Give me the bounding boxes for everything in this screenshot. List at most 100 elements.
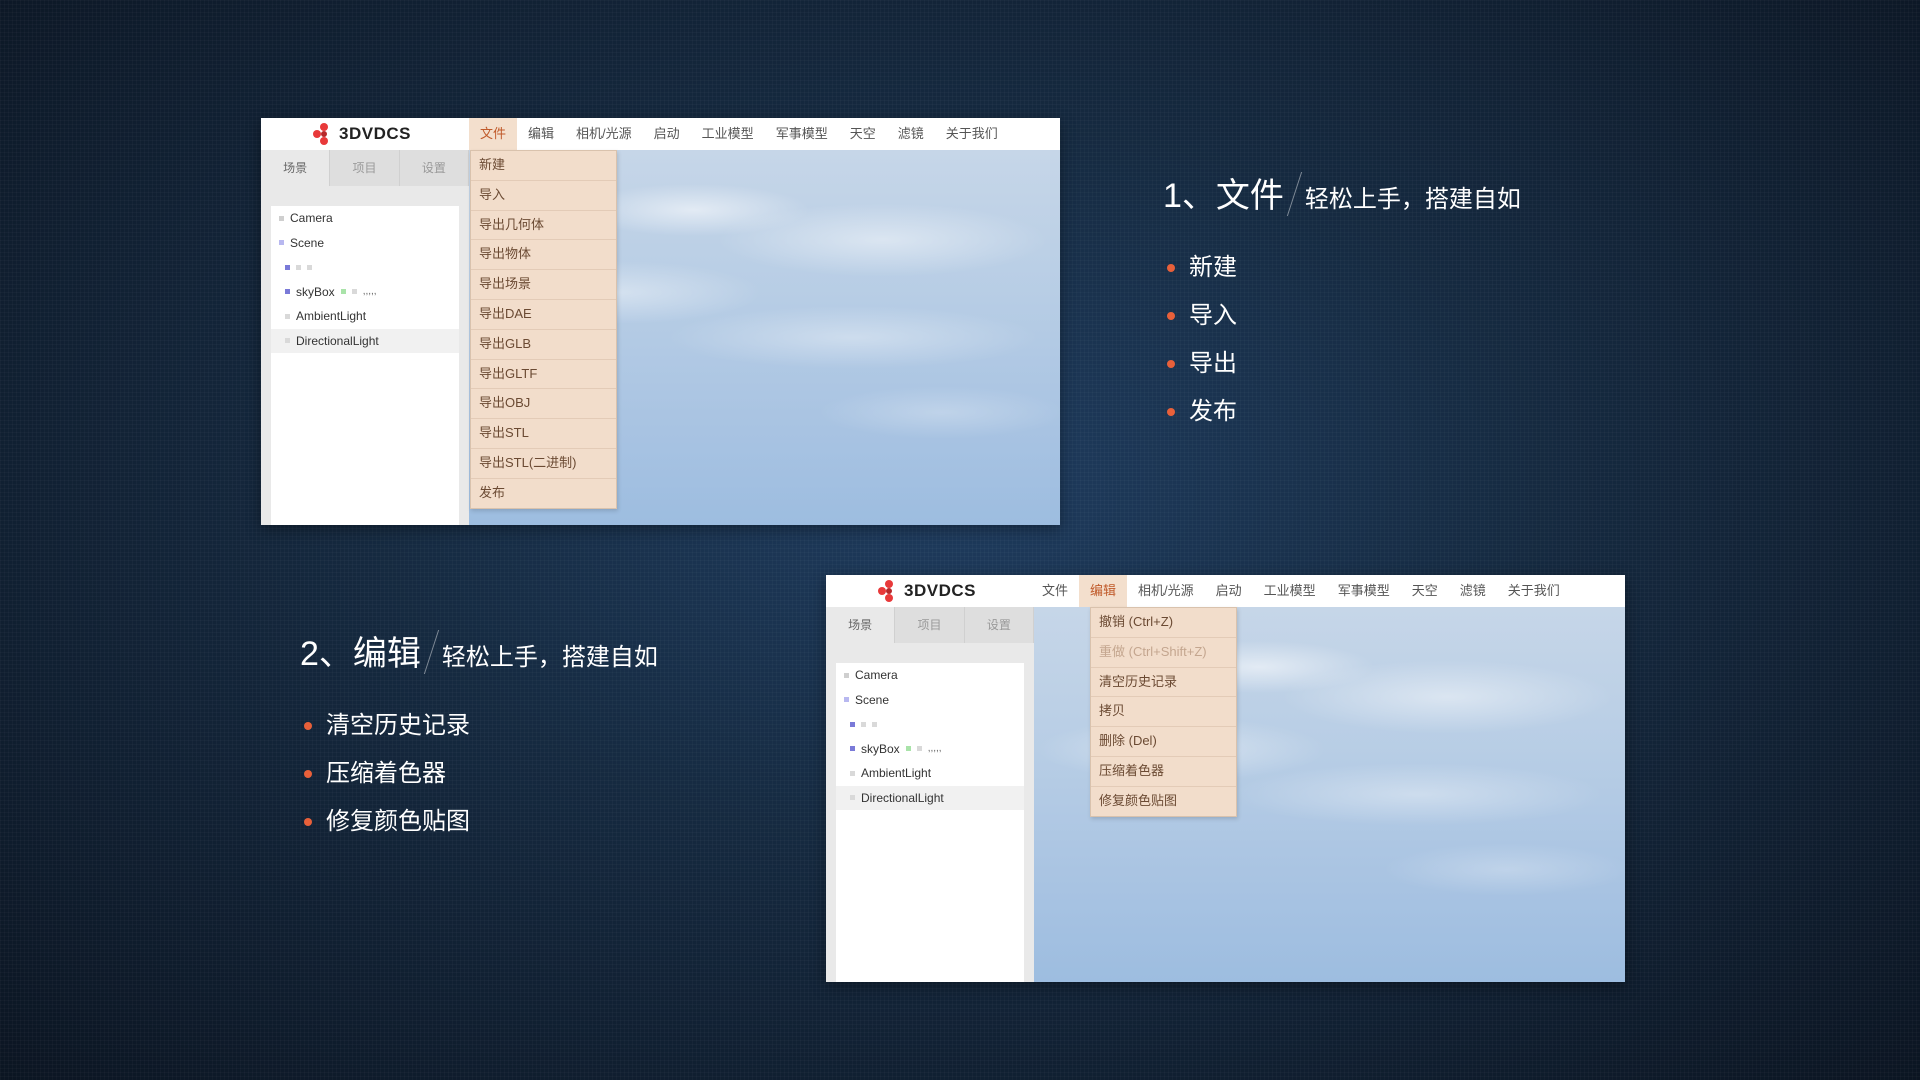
- menu-launch[interactable]: 启动: [1205, 575, 1253, 607]
- menu-item-clear-history[interactable]: 清空历史记录: [1091, 668, 1236, 698]
- logo-dots-icon: [313, 123, 335, 145]
- tree-label: AmbientLight: [861, 766, 932, 780]
- menu-military-models[interactable]: 军事模型: [1327, 575, 1401, 607]
- feature-file: 1、文件 轻松上手，搭建自如 新建 导入 导出 发布: [1163, 172, 1521, 436]
- divider: [1286, 172, 1303, 216]
- bullet-dot-icon: [304, 818, 312, 826]
- menu-industrial-models[interactable]: 工业模型: [1253, 575, 1327, 607]
- logo[interactable]: 3DVDCS: [313, 118, 411, 150]
- menu-item-import[interactable]: 导入: [471, 181, 616, 211]
- tree-item-scene-props[interactable]: [271, 255, 459, 280]
- menu-item-export-obj[interactable]: 导出OBJ: [471, 389, 616, 420]
- menu-item-export-dae[interactable]: 导出DAE: [471, 300, 616, 330]
- node-icon: [850, 721, 855, 727]
- menu-sky[interactable]: 天空: [1401, 575, 1449, 607]
- node-icon: [850, 770, 855, 776]
- tree-item-skybox[interactable]: skyBox ,,,,,: [271, 280, 459, 305]
- bullet-dot-icon: [304, 770, 312, 778]
- menu-item-export-gltf[interactable]: 导出GLTF: [471, 360, 616, 390]
- feature-heading: 1、文件 轻松上手，搭建自如: [1163, 172, 1521, 216]
- tree-item-scene[interactable]: Scene: [271, 231, 459, 256]
- menu-item-publish[interactable]: 发布: [471, 479, 616, 508]
- tab-scene[interactable]: 场景: [261, 150, 331, 186]
- node-icon: [850, 746, 855, 752]
- menu-item-export-object[interactable]: 导出物体: [471, 240, 616, 271]
- logo[interactable]: 3DVDCS: [878, 575, 976, 607]
- feature-subtitle: 轻松上手，搭建自如: [1304, 186, 1521, 213]
- menu-filter[interactable]: 滤镜: [887, 118, 935, 150]
- divider: [423, 630, 440, 674]
- bullet-item: 压缩着色器: [300, 750, 658, 798]
- menu-camera-light[interactable]: 相机/光源: [1127, 575, 1205, 607]
- bullet-item: 导入: [1163, 292, 1521, 340]
- tab-project[interactable]: 项目: [330, 150, 400, 186]
- menu-item-delete[interactable]: 删除 (Del): [1091, 727, 1236, 757]
- tree-item-skybox[interactable]: skyBox ,,,,,: [836, 737, 1024, 762]
- feature-bullet-list: 清空历史记录 压缩着色器 修复颜色贴图: [300, 702, 658, 846]
- tree-label: Camera: [290, 211, 333, 225]
- node-icon: [296, 264, 301, 270]
- menu-industrial-models[interactable]: 工业模型: [691, 118, 765, 150]
- menu-item-copy[interactable]: 拷贝: [1091, 697, 1236, 728]
- tree-label-suffix: ,,,,,: [362, 285, 377, 297]
- scene-outliner: Camera Scene skyBox ,,,,, AmbientLight D…: [836, 663, 1024, 982]
- menu-edit[interactable]: 编辑: [517, 118, 565, 150]
- menu-item-export-stl-binary[interactable]: 导出STL(二进制): [471, 449, 616, 479]
- tree-item-ambient-light[interactable]: AmbientLight: [271, 304, 459, 329]
- menu-military-models[interactable]: 军事模型: [765, 118, 839, 150]
- node-icon: [850, 795, 855, 801]
- edit-dropdown-menu: 撤销 (Ctrl+Z) 重做 (Ctrl+Shift+Z) 清空历史记录 拷贝 …: [1090, 607, 1237, 817]
- menu-item-export-scene[interactable]: 导出场景: [471, 270, 616, 300]
- menu-item-undo[interactable]: 撤销 (Ctrl+Z): [1091, 608, 1236, 638]
- menu-filter[interactable]: 滤镜: [1449, 575, 1497, 607]
- bullet-item: 新建: [1163, 244, 1521, 292]
- menu-item-compress-shaders[interactable]: 压缩着色器: [1091, 757, 1236, 787]
- tree-label: skyBox: [296, 284, 335, 299]
- tree-item-camera[interactable]: Camera: [836, 663, 1024, 688]
- menu-sky[interactable]: 天空: [839, 118, 887, 150]
- bullet-dot-icon: [1167, 408, 1175, 416]
- menu-camera-light[interactable]: 相机/光源: [565, 118, 643, 150]
- menu-item-export-geometry[interactable]: 导出几何体: [471, 211, 616, 241]
- menu-about[interactable]: 关于我们: [935, 118, 1009, 150]
- feature-title: 1、文件: [1163, 177, 1284, 215]
- tree-item-scene-props[interactable]: [836, 712, 1024, 737]
- feature-edit: 2、编辑 轻松上手，搭建自如 清空历史记录 压缩着色器 修复颜色贴图: [300, 630, 658, 846]
- tab-settings[interactable]: 设置: [399, 150, 469, 186]
- tree-item-directional-light[interactable]: DirectionalLight: [836, 785, 1024, 810]
- bullet-text: 导出: [1189, 350, 1237, 377]
- tree-item-ambient-light[interactable]: AmbientLight: [836, 761, 1024, 786]
- menu-launch[interactable]: 启动: [643, 118, 691, 150]
- sidebar-tabs: 场景 项目 设置: [261, 150, 469, 186]
- node-icon: [844, 672, 849, 678]
- tree-item-scene[interactable]: Scene: [836, 688, 1024, 713]
- bullet-item: 发布: [1163, 388, 1521, 436]
- menu-edit[interactable]: 编辑: [1079, 575, 1128, 607]
- menu-about[interactable]: 关于我们: [1497, 575, 1571, 607]
- feature-title: 2、编辑: [300, 635, 421, 673]
- file-dropdown-menu: 新建 导入 导出几何体 导出物体 导出场景 导出DAE 导出GLB 导出GLTF…: [470, 150, 617, 509]
- tab-settings[interactable]: 设置: [964, 607, 1034, 643]
- menu-item-redo: 重做 (Ctrl+Shift+Z): [1091, 638, 1236, 668]
- tree-label: Scene: [855, 692, 890, 707]
- menu-item-export-stl[interactable]: 导出STL: [471, 419, 616, 449]
- bullet-dot-icon: [1167, 264, 1175, 272]
- tree-item-camera[interactable]: Camera: [271, 206, 459, 231]
- logo-text: 3DVDCS: [904, 581, 976, 600]
- tab-project[interactable]: 项目: [895, 607, 965, 643]
- top-bar: 3DVDCS 文件 编辑 相机/光源 启动 工业模型 军事模型 天空 滤镜 关于…: [826, 575, 1625, 608]
- bullet-dot-icon: [1167, 360, 1175, 368]
- material-icon: [340, 289, 346, 295]
- node-icon: [861, 721, 866, 727]
- tab-scene[interactable]: 场景: [826, 607, 896, 643]
- tree-item-directional-light[interactable]: DirectionalLight: [271, 328, 459, 353]
- tree-label: skyBox: [861, 741, 900, 756]
- menu-item-new[interactable]: 新建: [471, 151, 616, 181]
- menu-file[interactable]: 文件: [1031, 575, 1079, 607]
- feature-heading: 2、编辑 轻松上手，搭建自如: [300, 630, 658, 674]
- node-icon: [872, 721, 877, 727]
- menu-item-fix-color-maps[interactable]: 修复颜色贴图: [1091, 787, 1236, 816]
- logo-dots-icon: [878, 580, 900, 602]
- menu-file[interactable]: 文件: [469, 118, 518, 150]
- menu-item-export-glb[interactable]: 导出GLB: [471, 330, 616, 360]
